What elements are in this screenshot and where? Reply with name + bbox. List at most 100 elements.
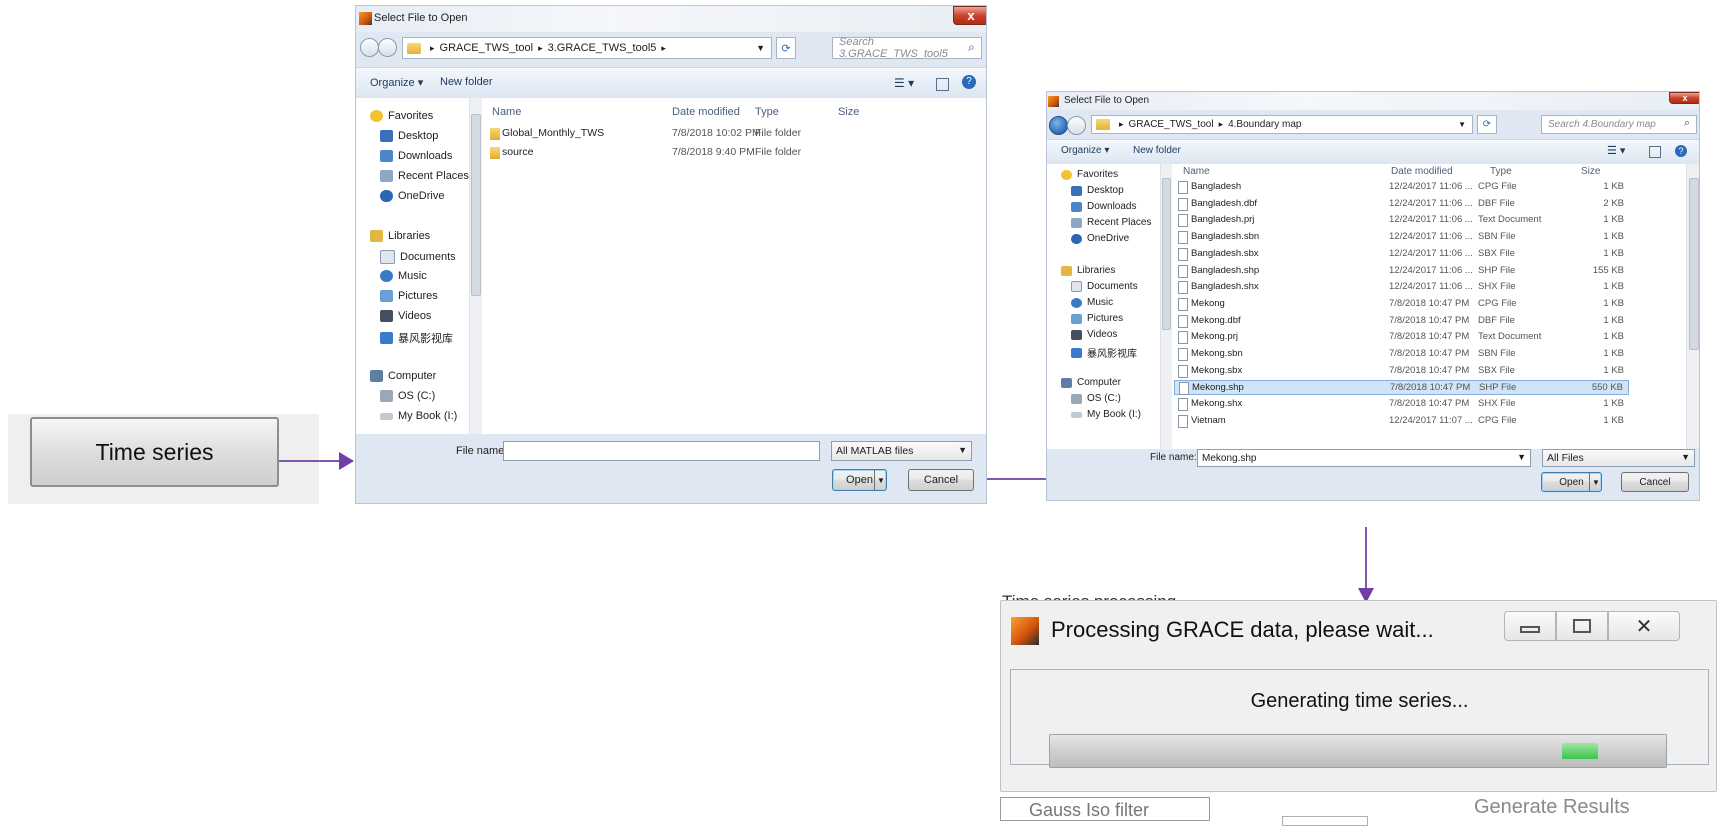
nav-scrollbar[interactable] [469, 98, 482, 434]
nav-documents[interactable]: Documents [1071, 281, 1138, 292]
back-button[interactable] [1049, 116, 1068, 135]
help-icon[interactable]: ? [962, 75, 976, 89]
file-name-input[interactable]: Mekong.shp ▼ [1197, 449, 1531, 467]
column-name[interactable]: Name [1183, 166, 1210, 177]
file-row[interactable]: Global_Monthly_TWS 7/8/2018 10:02 PM File … [484, 126, 984, 143]
file-row[interactable]: Bangladesh.sbx 12/24/2017 11:06 ... SBX Fi… [1174, 247, 1629, 262]
nav-pictures[interactable]: Pictures [1071, 313, 1123, 324]
file-row[interactable]: Mekong.sbx 7/8/2018 10:47 PM SBX File 1 KB [1174, 364, 1629, 379]
back-button[interactable] [360, 38, 379, 57]
breadcrumb-item[interactable]: 4.Boundary map [1228, 119, 1301, 130]
file-list-scrollbar[interactable] [1686, 164, 1699, 449]
column-name[interactable]: Name [492, 106, 521, 118]
nav-recent-places[interactable]: Recent Places [1071, 217, 1151, 228]
forward-button[interactable] [1067, 116, 1086, 135]
close-button[interactable]: x [953, 6, 986, 25]
search-input[interactable]: Search 4.Boundary map [1541, 115, 1697, 134]
preview-pane-icon[interactable] [936, 78, 949, 91]
generate-results-button[interactable]: Generate Results [1474, 796, 1630, 819]
column-size[interactable]: Size [1581, 166, 1600, 177]
nav-my-book[interactable]: My Book (I:) [380, 410, 457, 422]
open-dropdown-icon[interactable]: ▼ [1589, 472, 1602, 492]
scroll-thumb[interactable] [1689, 178, 1699, 350]
file-row[interactable]: Mekong.prj 7/8/2018 10:47 PM Text Document… [1174, 330, 1629, 345]
nav-onedrive[interactable]: OneDrive [1071, 233, 1129, 244]
nav-videos[interactable]: Videos [380, 310, 431, 322]
column-size[interactable]: Size [838, 106, 859, 118]
address-dropdown-icon[interactable]: ▼ [1458, 120, 1466, 129]
view-options-icon[interactable]: ☰ ▾ [894, 76, 914, 90]
organize-menu[interactable]: Organize ▾ [1061, 145, 1109, 156]
nav-music[interactable]: Music [380, 270, 427, 282]
nav-downloads[interactable]: Downloads [1071, 201, 1136, 212]
nav-onedrive[interactable]: OneDrive [380, 190, 444, 202]
organize-menu[interactable]: Organize ▾ [370, 76, 423, 89]
nav-computer[interactable]: Computer [1061, 377, 1121, 388]
help-icon[interactable]: ? [1675, 145, 1687, 157]
file-row[interactable]: Bangladesh.shx 12/24/2017 11:06 ... SHX Fi… [1174, 280, 1629, 295]
nav-favorites[interactable]: Favorites [370, 110, 433, 122]
column-type[interactable]: Type [1490, 166, 1512, 177]
file-row[interactable]: source 7/8/2018 9:40 PM File folder [484, 145, 984, 162]
chevron-down-icon[interactable]: ▼ [1517, 452, 1526, 462]
file-row[interactable]: Mekong.sbn 7/8/2018 10:47 PM SBN File 1 KB [1174, 347, 1629, 362]
nav-my-book[interactable]: My Book (I:) [1071, 409, 1141, 420]
nav-pictures[interactable]: Pictures [380, 290, 438, 302]
file-type-select[interactable]: All MATLAB files ▼ [831, 441, 972, 461]
cancel-button[interactable]: Cancel [1621, 472, 1689, 492]
file-row[interactable]: Mekong 7/8/2018 10:47 PM CPG File 1 KB [1174, 297, 1629, 312]
forward-button[interactable] [378, 38, 397, 57]
nav-music[interactable]: Music [1071, 297, 1113, 308]
time-series-button[interactable]: Time series [30, 417, 279, 487]
nav-scrollbar[interactable] [1160, 164, 1172, 449]
cancel-button[interactable]: Cancel [908, 469, 974, 491]
file-name-input[interactable] [503, 441, 820, 461]
file-row[interactable]: Bangladesh.prj 12/24/2017 11:06 ... Text D… [1174, 213, 1629, 228]
nav-desktop[interactable]: Desktop [1071, 185, 1124, 196]
maximize-button[interactable] [1556, 611, 1608, 641]
close-button[interactable]: ✕ [1608, 611, 1680, 641]
search-input[interactable]: Search 3.GRACE_TWS_tool5 [832, 36, 982, 60]
column-date[interactable]: Date modified [1391, 166, 1453, 177]
nav-computer[interactable]: Computer [370, 370, 436, 382]
breadcrumb-item[interactable]: 3.GRACE_TWS_tool5 [548, 42, 657, 54]
breadcrumb-item[interactable]: GRACE_TWS_tool [1129, 119, 1214, 130]
refresh-icon[interactable]: ⟳ [1477, 115, 1497, 134]
minimize-button[interactable] [1504, 611, 1556, 641]
address-bar[interactable]: ▸ GRACE_TWS_tool ▸ 4.Boundary map ▼ [1091, 115, 1473, 134]
close-button[interactable]: x [1669, 92, 1699, 104]
column-type[interactable]: Type [755, 106, 779, 118]
nav-downloads[interactable]: Downloads [380, 150, 452, 162]
breadcrumb-item[interactable]: GRACE_TWS_tool [440, 42, 534, 54]
scroll-thumb[interactable] [1162, 178, 1171, 330]
new-folder-button[interactable]: New folder [1133, 145, 1181, 156]
scroll-thumb[interactable] [471, 114, 481, 296]
open-button[interactable]: Open ▼ [1541, 472, 1602, 492]
file-row[interactable]: Vietnam 12/24/2017 11:07 ... CPG File 1 KB [1174, 414, 1629, 429]
address-dropdown-icon[interactable]: ▼ [756, 43, 765, 53]
file-row[interactable]: Bangladesh.sbn 12/24/2017 11:06 ... SBN Fi… [1174, 230, 1629, 245]
nav-libraries[interactable]: Libraries [1061, 265, 1115, 276]
nav-os-drive[interactable]: OS (C:) [1071, 393, 1121, 404]
refresh-icon[interactable]: ⟳ [776, 37, 796, 59]
preview-pane-icon[interactable] [1649, 146, 1661, 158]
nav-recent-places[interactable]: Recent Places [380, 170, 469, 182]
open-button[interactable]: Open ▼ [832, 469, 887, 491]
new-folder-button[interactable]: New folder [440, 76, 493, 88]
address-bar[interactable]: ▸ GRACE_TWS_tool ▸ 3.GRACE_TWS_tool5 ▸ ▼ [402, 37, 772, 59]
nav-videos[interactable]: Videos [1071, 329, 1117, 340]
nav-documents[interactable]: Documents [380, 250, 456, 264]
file-row[interactable]: Mekong.shx 7/8/2018 10:47 PM SHX File 1 KB [1174, 397, 1629, 412]
nav-storm-library[interactable]: 暴风影视库 [1071, 345, 1137, 360]
column-date[interactable]: Date modified [672, 106, 740, 118]
file-row[interactable]: Bangladesh.shp 12/24/2017 11:06 ... SHP Fi… [1174, 264, 1629, 279]
file-row[interactable]: Mekong.shp 7/8/2018 10:47 PM SHP File 550 K… [1174, 380, 1629, 396]
view-options-icon[interactable]: ☰ ▾ [1607, 144, 1625, 157]
file-type-select[interactable]: All Files ▼ [1542, 449, 1695, 467]
open-dropdown-icon[interactable]: ▼ [874, 469, 887, 491]
nav-os-drive[interactable]: OS (C:) [380, 390, 435, 402]
file-row[interactable]: Bangladesh 12/24/2017 11:06 ... CPG File 1 … [1174, 180, 1629, 195]
nav-favorites[interactable]: Favorites [1061, 169, 1118, 180]
nav-libraries[interactable]: Libraries [370, 230, 430, 242]
file-row[interactable]: Mekong.dbf 7/8/2018 10:47 PM DBF File 1 KB [1174, 314, 1629, 329]
